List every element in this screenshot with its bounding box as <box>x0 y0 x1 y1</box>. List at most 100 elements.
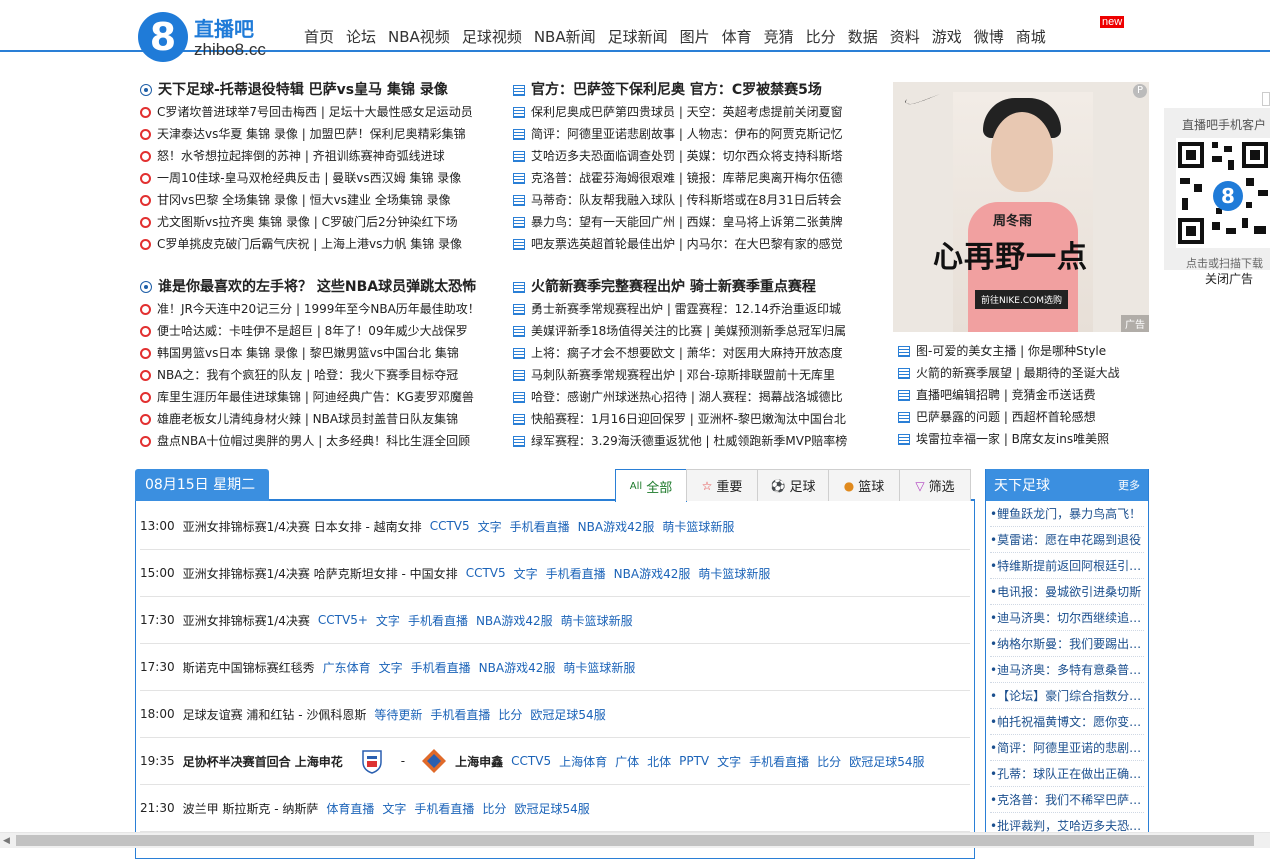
news-item[interactable]: 火箭的新赛季展望 | 最期待的圣诞大战 <box>898 362 1148 384</box>
broadcast-link[interactable]: CCTV5+ <box>318 613 368 627</box>
news-item[interactable]: C罗诸坎普进球举7号回击梅西 | 足坛十大最性感女足运动员 <box>140 101 508 123</box>
news-item[interactable]: 吧友票选英超首轮最佳出炉 | 内马尔：在大巴黎有家的感觉 <box>513 233 863 255</box>
app-qr-panel[interactable]: 直播吧手机客户 8 点击或扫描下载 <box>1164 108 1270 270</box>
news-item[interactable]: 准！JR今天连中20记三分 | 1999年至今NBA历年最佳助攻！ <box>140 298 508 320</box>
news-item[interactable]: 美媒评新季18场值得关注的比赛 | 美媒预测新季总冠军归属 <box>513 320 863 342</box>
broadcast-link[interactable]: 手机看直播 <box>408 612 468 629</box>
broadcast-link[interactable]: 等待更新 <box>374 706 422 723</box>
news-item[interactable]: 艾哈迈多夫恐面临调查处罚 | 英媒：切尔西众将支持科斯塔 <box>513 145 863 167</box>
news-item[interactable]: 巴萨暴露的问题 | 西超杯首轮感想 <box>898 406 1148 428</box>
sidebar-news-item[interactable]: •纳格尔斯曼：我们要踢出… <box>990 631 1144 657</box>
news-item[interactable]: 雄鹿老板女儿清纯身材火辣 | NBA球员封盖昔日队友集锦 <box>140 408 508 430</box>
news-item[interactable]: 怒！水爷想拉起摔倒的苏神 | 齐祖训练赛神奇弧线进球 <box>140 145 508 167</box>
broadcast-link[interactable]: 文字 <box>514 565 538 582</box>
nav-item[interactable]: 比分 <box>806 26 836 48</box>
nav-item[interactable]: NBA视频 <box>388 26 450 48</box>
broadcast-link[interactable]: 手机看直播 <box>430 706 490 723</box>
nike-ad-banner[interactable]: 周冬雨 心再野一点 前往NIKE.COM选购 广告 P <box>893 82 1149 332</box>
close-ad-link[interactable]: 关闭广告 <box>1205 270 1253 287</box>
ad-shop-button[interactable]: 前往NIKE.COM选购 <box>975 290 1068 309</box>
broadcast-link[interactable]: 广东体育 <box>323 659 371 676</box>
news-item[interactable]: 上将：瘸子才会不想要欧文 | 萧华：对医用大麻持开放态度 <box>513 342 863 364</box>
news-item[interactable]: 天津泰达vs华夏 集锦 录像 | 加盟巴萨！保利尼奥精彩集锦 <box>140 123 508 145</box>
official-headline[interactable]: 官方：巴萨签下保利尼奥 官方：C罗被禁赛5场 <box>513 79 863 101</box>
news-item[interactable]: NBA之：我有个疯狂的队友 | 哈登：我火下赛季目标夺冠 <box>140 364 508 386</box>
broadcast-link[interactable]: NBA游戏42服 <box>578 518 655 535</box>
nav-item[interactable]: 商城 <box>1016 26 1046 48</box>
broadcast-link[interactable]: NBA游戏42服 <box>479 659 556 676</box>
nav-item[interactable]: 微博 <box>974 26 1004 48</box>
tab-all[interactable]: All 全部 <box>615 469 687 502</box>
news-item[interactable]: 图-可爱的美女主播 | 你是哪种Style <box>898 340 1148 362</box>
nav-item[interactable]: 资料 <box>890 26 920 48</box>
pin-icon[interactable]: P <box>1133 84 1147 98</box>
nav-item[interactable]: 首页 <box>304 26 334 48</box>
news-item[interactable]: 克洛普：战霍芬海姆很艰难 | 镜报：库蒂尼奥离开梅尔伍德 <box>513 167 863 189</box>
broadcast-link[interactable]: 手机看直播 <box>510 518 570 535</box>
broadcast-link[interactable]: 比分 <box>817 753 841 770</box>
broadcast-link[interactable]: 上海体育 <box>559 753 607 770</box>
broadcast-link[interactable]: 比分 <box>482 800 506 817</box>
broadcast-link[interactable]: 文字 <box>379 659 403 676</box>
sidebar-news-item[interactable]: •【论坛】豪门综合指数分… <box>990 683 1144 709</box>
broadcast-link[interactable]: 文字 <box>717 753 741 770</box>
sidebar-news-item[interactable]: •简评：阿德里亚诺的悲剧… <box>990 735 1144 761</box>
news-item[interactable]: 勇士新赛季常规赛程出炉 | 雷霆赛程：12.14乔治重返印城 <box>513 298 863 320</box>
sidebar-news-item[interactable]: •孔蒂：球队正在做出正确… <box>990 761 1144 787</box>
tab-filter[interactable]: ▽ 筛选 <box>899 469 971 501</box>
horizontal-scrollbar[interactable]: ◀ <box>0 832 1270 848</box>
broadcast-link[interactable]: 手机看直播 <box>546 565 606 582</box>
broadcast-link[interactable]: 萌卡篮球新服 <box>662 518 734 535</box>
news-item[interactable]: 一周10佳球-皇马双枪经典反击 | 曼联vs西汉姆 集锦 录像 <box>140 167 508 189</box>
nav-item[interactable]: 竞猜 <box>764 26 794 48</box>
nav-item[interactable]: NBA新闻 <box>534 26 596 48</box>
broadcast-link[interactable]: 比分 <box>498 706 522 723</box>
broadcast-link[interactable]: 萌卡篮球新服 <box>563 659 635 676</box>
scroll-left-arrow-icon[interactable]: ◀ <box>3 836 10 846</box>
broadcast-link[interactable]: 文字 <box>382 800 406 817</box>
nba-headline[interactable]: 谁是你最喜欢的左手将？ 这些NBA球员弹跳太恐怖 <box>140 276 508 298</box>
broadcast-link[interactable]: 欧冠足球54服 <box>530 706 605 723</box>
sidebar-news-item[interactable]: •迪马济奥：切尔西继续追… <box>990 605 1144 631</box>
football-headline[interactable]: 天下足球-托蒂退役特辑 巴萨vs皇马 集锦 录像 <box>140 79 508 101</box>
sidebar-more-link[interactable]: 更多 <box>1118 477 1140 493</box>
news-item[interactable]: 便士哈达威：卡哇伊不是超巨 | 8年了！09年威少大战保罗 <box>140 320 508 342</box>
news-item[interactable]: 绿军赛程：3.29海沃德重返犹他 | 杜威领跑新季MVP赔率榜 <box>513 430 863 452</box>
sidebar-news-item[interactable]: •鲤鱼跃龙门，暴力鸟高飞！ <box>990 501 1144 527</box>
broadcast-link[interactable]: 手机看直播 <box>414 800 474 817</box>
news-item[interactable]: 直播吧编辑招聘 | 竞猜金币送话费 <box>898 384 1148 406</box>
sidebar-news-item[interactable]: •莫雷诺：愿在申花踢到退役 <box>990 527 1144 553</box>
tab-important[interactable]: ☆ 重要 <box>686 469 758 501</box>
broadcast-link[interactable]: CCTV5 <box>466 566 506 580</box>
sidebar-news-item[interactable]: •电讯报：曼城欲引进桑切斯 <box>990 579 1144 605</box>
tab-football[interactable]: ⚽ 足球 <box>757 469 829 501</box>
sidebar-news-item[interactable]: •帕托祝福黄博文：愿你变… <box>990 709 1144 735</box>
broadcast-link[interactable]: NBA游戏42服 <box>614 565 691 582</box>
rockets-headline[interactable]: 火箭新赛季完整赛程出炉 骑士新赛季重点赛程 <box>513 276 863 298</box>
news-item[interactable]: 暴力鸟：望有一天能回广州 | 西媒：皇马将上诉第二张黄牌 <box>513 211 863 233</box>
nav-item[interactable]: 足球新闻 <box>608 26 668 48</box>
nav-item[interactable]: 游戏 <box>932 26 962 48</box>
nav-item[interactable]: 体育 <box>722 26 752 48</box>
news-item[interactable]: 哈登：感谢广州球迷热心招待 | 湖人赛程：揭幕战洛城德比 <box>513 386 863 408</box>
tab-basketball[interactable]: ● 篮球 <box>828 469 900 501</box>
sidebar-news-item[interactable]: •克洛普：我们不稀罕巴萨… <box>990 787 1144 813</box>
broadcast-link[interactable]: 北体 <box>647 753 671 770</box>
sidebar-news-item[interactable]: •迪马济奥：多特有意桑普… <box>990 657 1144 683</box>
broadcast-link[interactable]: 文字 <box>376 612 400 629</box>
qr-collapse-handle[interactable] <box>1262 92 1270 106</box>
news-item[interactable]: 盘点NBA十位帽过奥胖的男人 | 太多经典！科比生涯全回顾 <box>140 430 508 452</box>
broadcast-link[interactable]: PPTV <box>679 754 709 768</box>
news-item[interactable]: 马蒂奇：队友帮我融入球队 | 传科斯塔或在8月31日后转会 <box>513 189 863 211</box>
news-item[interactable]: 韩国男篮vs日本 集锦 录像 | 黎巴嫩男篮vs中国台北 集锦 <box>140 342 508 364</box>
site-logo[interactable]: 8 直播吧 zhibo8.cc <box>138 12 298 62</box>
news-item[interactable]: 埃雷拉幸福一家 | B席女友ins唯美照 <box>898 428 1148 450</box>
sidebar-news-item[interactable]: •特维斯提前返回阿根廷引… <box>990 553 1144 579</box>
broadcast-link[interactable]: 萌卡篮球新服 <box>698 565 770 582</box>
scrollbar-thumb[interactable] <box>16 835 1254 846</box>
broadcast-link[interactable]: 文字 <box>478 518 502 535</box>
news-item[interactable]: 马刺队新赛季常规赛程出炉 | 邓台-琼斯排联盟前十无库里 <box>513 364 863 386</box>
broadcast-link[interactable]: CCTV5 <box>430 519 470 533</box>
broadcast-link[interactable]: 手机看直播 <box>749 753 809 770</box>
broadcast-link[interactable]: 欧冠足球54服 <box>514 800 589 817</box>
